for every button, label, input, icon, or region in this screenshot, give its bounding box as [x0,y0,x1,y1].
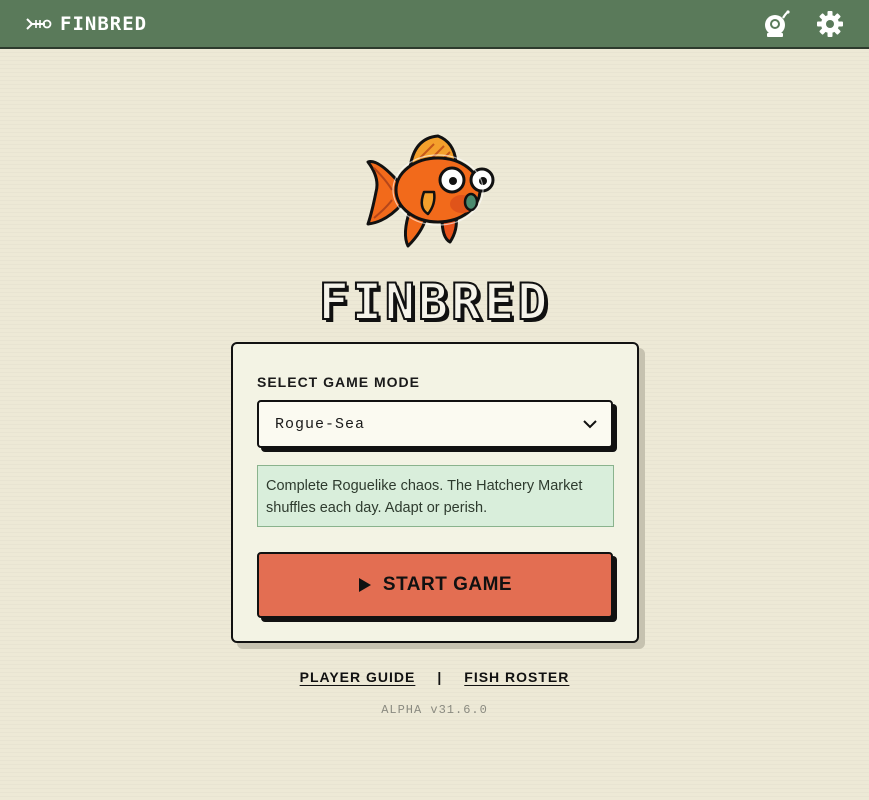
settings-button[interactable] [815,9,845,39]
gear-icon [817,11,843,37]
fish-skeleton-icon [26,17,52,30]
game-title: FINBRED [318,272,551,332]
start-game-label: START GAME [382,574,513,595]
play-icon [358,578,371,592]
chevron-down-icon [583,420,597,429]
diver-helmet-button[interactable] [761,9,791,39]
footer-links: PLAYER GUIDE | FISH ROSTER [0,669,869,685]
mode-description: Complete Roguelike chaos. The Hatchery M… [257,465,614,527]
brand-name: FINBRED [60,12,148,35]
link-separator: | [437,669,443,685]
fish-roster-link[interactable]: FISH ROSTER [464,669,569,685]
start-game-button[interactable]: START GAME [257,552,613,618]
version-label: ALPHA v31.6.0 [381,703,488,717]
brand[interactable]: FINBRED [26,13,147,35]
game-mode-select[interactable]: Rogue-Sea [257,400,613,448]
diver-helmet-icon [765,10,790,37]
player-guide-link[interactable]: PLAYER GUIDE [300,669,416,685]
selected-mode-value: Rogue-Sea [275,415,366,433]
game-mode-card: SELECT GAME MODE Rogue-Sea Complete Rogu… [231,342,639,643]
top-bar: FINBRED [0,0,869,49]
goldfish-mascot [366,134,495,248]
select-mode-label: SELECT GAME MODE [257,374,421,390]
